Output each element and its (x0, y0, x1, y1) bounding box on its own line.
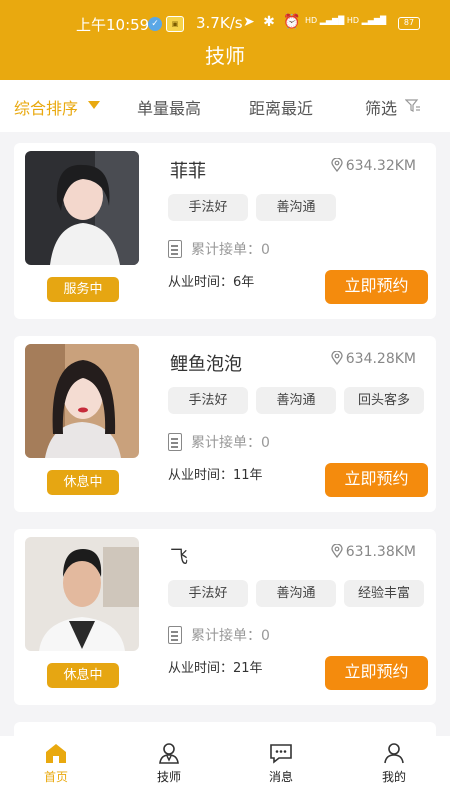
orders-label: 累计接单： (191, 435, 261, 451)
years-value: 21年 (233, 661, 263, 676)
distance: 634.32KM (331, 158, 416, 174)
distance-value: 631.38KM (345, 544, 416, 560)
tab-profile[interactable]: 我的 (364, 742, 424, 785)
experience-years: 从业时间：11年 (168, 464, 263, 483)
tab-label: 消息 (268, 770, 293, 784)
document-icon (168, 433, 182, 451)
document-icon (168, 626, 182, 644)
technician-card[interactable]: 服务中 菲菲 634.32KM 手法好 善沟通 累计接单：0 从业时间：6年 立… (14, 143, 436, 319)
technician-photo[interactable] (25, 344, 139, 458)
book-now-button[interactable]: 立即预约 (325, 270, 428, 304)
distance: 631.38KM (331, 544, 416, 560)
caret-down-icon[interactable] (88, 101, 100, 109)
funnel-icon[interactable] (405, 98, 421, 114)
technician-name: 菲菲 (170, 161, 206, 182)
page-title: 技师 (205, 44, 245, 68)
tab-technician[interactable]: 技师 (139, 742, 199, 785)
technician-photo[interactable] (25, 537, 139, 651)
skill-tag: 善沟通 (256, 194, 336, 221)
battery-icon: 87 (398, 17, 420, 30)
distance-value: 634.32KM (345, 158, 416, 174)
tab-home[interactable]: 首页 (26, 742, 86, 785)
sort-distance-tab[interactable]: 距离最近 (249, 95, 313, 119)
years-value: 6年 (233, 275, 255, 290)
filter-button[interactable]: 筛选 (365, 95, 397, 119)
skill-tag: 善沟通 (256, 580, 336, 607)
sort-comprehensive-tab[interactable]: 综合排序 (14, 95, 78, 119)
book-now-button[interactable]: 立即预约 (325, 463, 428, 497)
profile-icon (384, 743, 404, 764)
orders-value: 0 (261, 628, 270, 644)
tab-label: 首页 (43, 770, 68, 784)
order-count: 累计接单：0 (168, 239, 270, 259)
book-now-button[interactable]: 立即预约 (325, 656, 428, 690)
location-pin-icon (331, 158, 343, 172)
status-icons: ➤ ✱ ⏰ (243, 14, 303, 30)
skill-tag: 手法好 (168, 194, 248, 221)
check-badge-icon: ✓ (148, 17, 162, 31)
location-pin-icon (331, 351, 343, 365)
filter-bar: 综合排序 单量最高 距离最近 筛选 (0, 80, 450, 132)
app-notification-icon: ▣ (166, 16, 184, 32)
skill-tag: 手法好 (168, 387, 248, 414)
technician-card[interactable]: 休息中 鲤鱼泡泡 634.28KM 手法好 善沟通 回头客多 累计接单：0 从业… (14, 336, 436, 512)
document-icon (168, 240, 182, 258)
tab-messages[interactable]: 消息 (251, 742, 311, 785)
sort-orders-tab[interactable]: 单量最高 (137, 95, 201, 119)
order-count: 累计接单：0 (168, 432, 270, 452)
distance: 634.28KM (331, 351, 416, 367)
orders-value: 0 (261, 435, 270, 451)
status-badge: 服务中 (47, 277, 119, 302)
status-badge: 休息中 (47, 470, 119, 495)
signal-icon: HD ▂▄▆█ HD ▂▄▆█ (305, 16, 387, 25)
bottom-tab-bar: 首页 技师 消息 我的 (0, 736, 450, 800)
years-value: 11年 (233, 468, 263, 483)
years-label: 从业时间： (168, 275, 234, 290)
technician-name: 鲤鱼泡泡 (170, 354, 242, 375)
location-pin-icon (331, 544, 343, 558)
distance-value: 634.28KM (345, 351, 416, 367)
orders-label: 累计接单： (191, 628, 261, 644)
network-speed: 3.7K/s (196, 14, 243, 32)
technician-card[interactable]: 休息中 飞 631.38KM 手法好 善沟通 经验丰富 累计接单：0 从业时间：… (14, 529, 436, 705)
tab-label: 我的 (381, 770, 406, 784)
message-icon (270, 744, 292, 764)
home-icon (46, 744, 66, 763)
orders-value: 0 (261, 242, 270, 258)
years-label: 从业时间： (168, 661, 234, 676)
order-count: 累计接单：0 (168, 625, 270, 645)
skill-tag: 善沟通 (256, 387, 336, 414)
technician-photo[interactable] (25, 151, 139, 265)
app-header: 上午10:59 ✓ ▣ 3.7K/s ➤ ✱ ⏰ HD ▂▄▆█ HD ▂▄▆█… (0, 0, 450, 80)
orders-label: 累计接单： (191, 242, 261, 258)
skill-tag: 经验丰富 (344, 580, 424, 607)
skill-tag: 手法好 (168, 580, 248, 607)
skill-tag: 回头客多 (344, 387, 424, 414)
technician-icon (159, 743, 179, 764)
status-badge: 休息中 (47, 663, 119, 688)
experience-years: 从业时间：21年 (168, 657, 263, 676)
tab-label: 技师 (156, 770, 181, 784)
status-time: 上午10:59 (76, 16, 150, 34)
status-bar: 上午10:59 ✓ ▣ 3.7K/s ➤ ✱ ⏰ HD ▂▄▆█ HD ▂▄▆█… (0, 14, 450, 36)
experience-years: 从业时间：6年 (168, 271, 254, 290)
technician-name: 飞 (170, 547, 188, 568)
years-label: 从业时间： (168, 468, 234, 483)
